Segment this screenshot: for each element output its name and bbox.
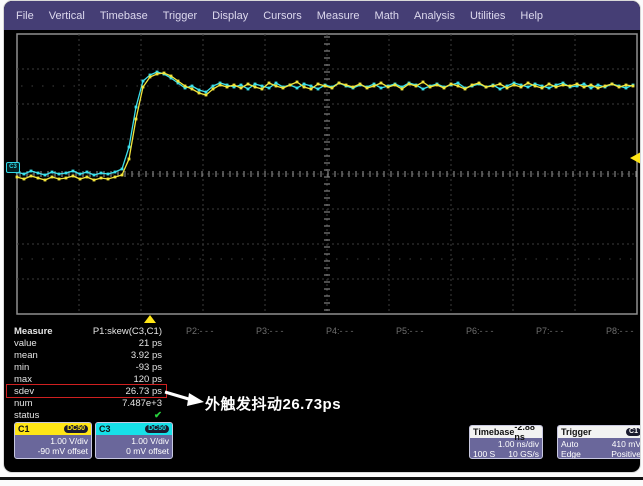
trigger-type: Edge — [561, 449, 581, 459]
timebase-scale: 1.00 ns/div — [498, 439, 539, 449]
c1-scale: 1.00 V/div — [50, 436, 88, 446]
c1-coupling-badge: DC50 — [64, 425, 88, 433]
row-value: 21 ps — [44, 338, 162, 349]
trigger-position-marker — [144, 315, 156, 323]
row-label: status — [14, 410, 39, 421]
timebase-label: Timebase — [473, 427, 514, 437]
row-value: 3.92 ps — [44, 350, 162, 361]
c3-coupling-badge: DC50 — [145, 425, 169, 433]
measure-p6-header[interactable]: P6:- - - — [466, 326, 526, 336]
jitter-annotation: 外触发抖动26.73ps — [205, 393, 341, 414]
window-bottom-rule — [0, 477, 643, 480]
scope-display: File Vertical Timebase Trigger Display C… — [3, 0, 641, 473]
timebase-descriptor[interactable]: Timebase -2.88 ns 1.00 ns/div 100 S 10 G… — [469, 425, 543, 459]
oscilloscope-screen-page: File Vertical Timebase Trigger Display C… — [0, 0, 643, 486]
measure-row-value: value 21 ps — [4, 338, 641, 350]
channel-c3-descriptor[interactable]: C3 DC50 1.00 V/div 0 mV offset — [95, 422, 173, 459]
row-label: value — [14, 338, 37, 349]
measure-p2-header[interactable]: P2:- - - — [186, 326, 246, 336]
trigger-slope: Positive — [611, 449, 641, 459]
trigger-mode: Auto — [561, 439, 579, 449]
row-label: mean — [14, 350, 38, 361]
status-check-icon: ✔ — [44, 410, 162, 421]
measure-row-min: min -93 ps — [4, 362, 641, 374]
c1-label: C1 — [18, 424, 30, 434]
row-label: num — [14, 398, 32, 409]
sdev-highlight-box — [6, 384, 167, 398]
c3-label: C3 — [99, 424, 111, 434]
trigger-level-marker — [630, 152, 641, 164]
measure-row-mean: mean 3.92 ps — [4, 350, 641, 362]
trigger-label: Trigger — [561, 427, 592, 437]
measure-p3-header[interactable]: P3:- - - — [256, 326, 316, 336]
row-label: min — [14, 362, 29, 373]
measure-p1-header[interactable]: P1:skew(C3,C1) — [44, 326, 162, 337]
c3-scale: 1.00 V/div — [131, 436, 169, 446]
c1-offset: -90 mV offset — [38, 446, 88, 456]
channel-c1-descriptor[interactable]: C1 DC50 1.00 V/div -90 mV offset — [14, 422, 92, 459]
timebase-samples: 100 S — [473, 449, 495, 459]
c3-offset: 0 mV offset — [126, 446, 169, 456]
measure-p8-header[interactable]: P8:- - - — [606, 326, 641, 336]
measure-p7-header[interactable]: P7:- - - — [536, 326, 596, 336]
row-value: 7.487e+3 — [44, 398, 162, 409]
trigger-descriptor[interactable]: Trigger C1 Auto 410 mV Edge Positive — [557, 425, 641, 459]
c3-zero-level-marker[interactable]: C3 — [6, 162, 20, 173]
measure-p4-header[interactable]: P4:- - - — [326, 326, 386, 336]
annotation-arrow-icon — [162, 387, 207, 409]
timebase-rate: 10 GS/s — [508, 449, 539, 459]
trigger-source-badge: C1 — [626, 428, 641, 436]
row-value: -93 ps — [44, 362, 162, 373]
measure-p5-header[interactable]: P5:- - - — [396, 326, 456, 336]
trigger-level: 410 mV — [612, 439, 641, 449]
